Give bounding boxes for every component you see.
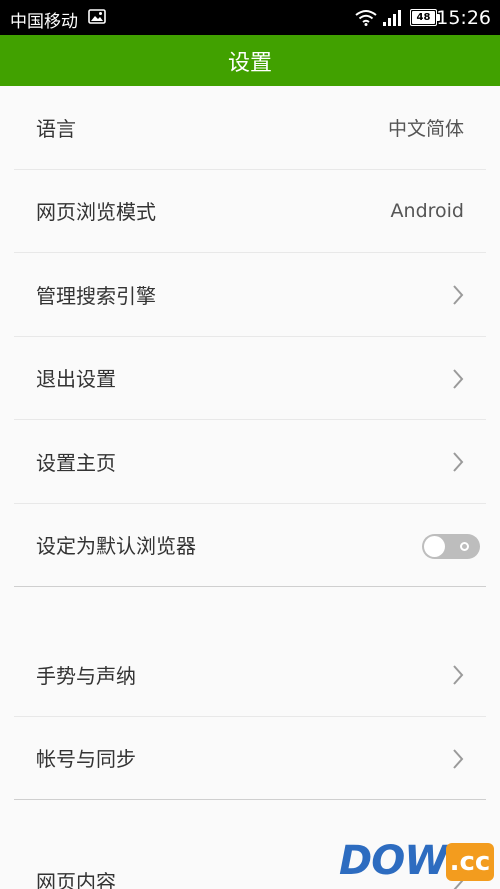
setting-label: 设定为默认浏览器 [36, 534, 196, 559]
toggle-off-icon [460, 541, 469, 551]
battery-level: 48 [412, 11, 435, 24]
setting-label: 管理搜索引擎 [36, 283, 156, 308]
setting-exit[interactable]: 退出设置 [14, 337, 486, 420]
carrier-name: 中国移动 [10, 12, 78, 32]
chevron-right-icon [453, 285, 464, 305]
watermark-brand: DOWN [339, 838, 481, 884]
setting-default-browser: 设定为默认浏览器 [14, 504, 486, 587]
settings-group-features: 手势与声纳 帐号与同步 [0, 633, 500, 800]
setting-gestures-sonar[interactable]: 手势与声纳 [14, 633, 486, 717]
chevron-right-icon [453, 452, 464, 472]
setting-browsing-mode[interactable]: 网页浏览模式 Android [14, 170, 486, 253]
toggle-knob [424, 535, 445, 557]
settings-group-general: 语言 中文简体 网页浏览模式 Android 管理搜索引擎 退出设置 设置主页 … [0, 86, 500, 587]
setting-label: 手势与声纳 [36, 663, 136, 688]
setting-label: 帐号与同步 [36, 747, 136, 772]
watermark-tld: .cc [446, 843, 494, 881]
signal-strength-icon [383, 10, 401, 26]
wifi-icon [355, 10, 377, 26]
settings-list: 语言 中文简体 网页浏览模式 Android 管理搜索引擎 退出设置 设置主页 … [0, 86, 500, 889]
setting-search-engines[interactable]: 管理搜索引擎 [14, 253, 486, 337]
setting-value: 中文简体 [387, 117, 464, 140]
chevron-right-icon [453, 368, 464, 389]
default-browser-toggle[interactable] [422, 533, 480, 559]
setting-label: 退出设置 [36, 367, 116, 392]
setting-label: 设置主页 [36, 450, 116, 475]
watermark-logo: DOWN .cc [339, 838, 494, 884]
chevron-right-icon [453, 748, 464, 769]
section-spacer [0, 587, 500, 633]
setting-label: 语言 [36, 116, 76, 141]
setting-account-sync[interactable]: 帐号与同步 [14, 717, 486, 800]
setting-homepage[interactable]: 设置主页 [14, 420, 486, 504]
setting-value: Android [390, 199, 464, 222]
title-bar: 设置 [0, 35, 500, 86]
setting-label: 网页内容 [36, 869, 116, 889]
chevron-right-icon [453, 665, 464, 685]
image-notification-icon [88, 9, 106, 24]
status-bar: 中国移动 48 15:26 [0, 0, 500, 35]
clock: 15:26 [436, 7, 491, 29]
setting-language[interactable]: 语言 中文简体 [14, 86, 486, 170]
page-title: 设置 [227, 50, 272, 76]
section-spacer [0, 800, 500, 839]
setting-label: 网页浏览模式 [36, 200, 156, 225]
